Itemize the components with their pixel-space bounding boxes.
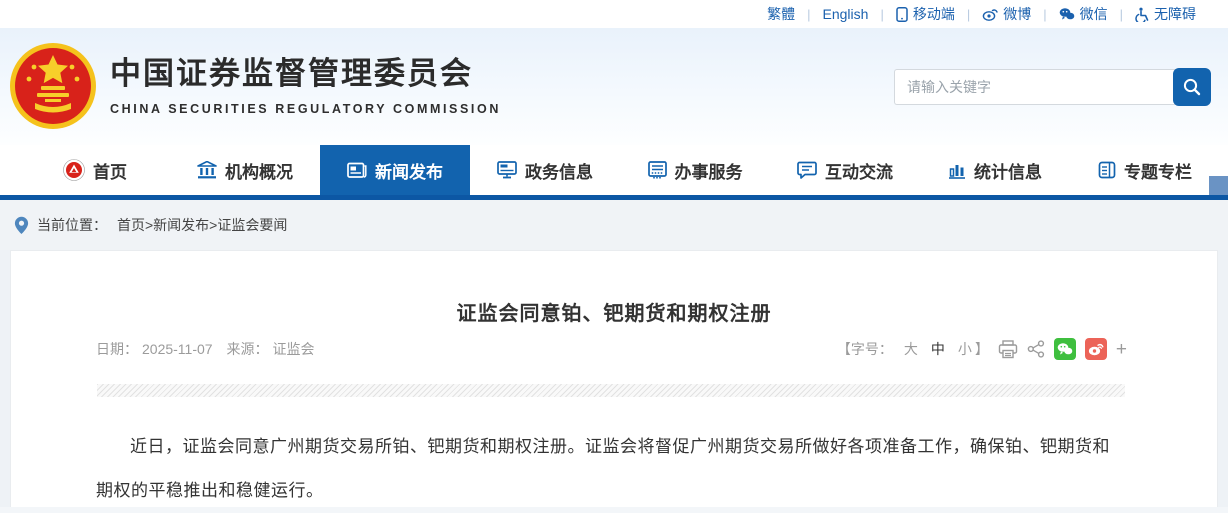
article-meta-row: 日期：2025-11-07 来源：证监会 【字号： 大 中 小 】	[96, 338, 1127, 360]
site-title-chinese: 中国证券监督管理委员会	[110, 48, 501, 93]
separator: |	[1043, 7, 1046, 22]
article-date-source: 日期：2025-11-07 来源：证监会	[96, 339, 318, 359]
national-emblem-logo	[8, 41, 98, 131]
share-nodes-icon	[1027, 340, 1045, 358]
nav-label: 首页	[93, 158, 127, 183]
breadcrumb-label: 当前位置：	[37, 215, 107, 235]
wechat-icon	[1059, 7, 1075, 21]
brand-titles: 中国证券监督管理委员会 CHINA SECURITIES REGULATORY …	[110, 48, 501, 116]
nav-label: 政务信息	[525, 158, 593, 183]
share-button[interactable]	[1027, 340, 1045, 358]
article-panel: 证监会同意铂、钯期货和期权注册 日期：2025-11-07 来源：证监会 【字号…	[10, 250, 1218, 507]
date-value: 2025-11-07	[142, 341, 213, 357]
separator: |	[1120, 7, 1123, 22]
newspaper-icon	[347, 162, 367, 179]
nav-item-gov-info[interactable]: 政务信息	[470, 145, 620, 195]
weibo-label: 微博	[1003, 4, 1031, 24]
traditional-chinese-link[interactable]: 繁體	[767, 4, 795, 24]
share-weibo-button[interactable]	[1085, 338, 1107, 360]
nav-item-special-columns[interactable]: 专题专栏	[1070, 145, 1220, 195]
speech-bubble-icon	[797, 161, 817, 179]
nav-item-interaction[interactable]: 互动交流	[770, 145, 920, 195]
source-value: 证监会	[272, 341, 314, 357]
csrc-round-logo-icon	[63, 159, 85, 181]
nav-item-home[interactable]: 首页	[20, 145, 170, 195]
book-columns-icon	[1098, 161, 1116, 179]
search-button[interactable]	[1173, 68, 1211, 106]
nav-label: 办事服务	[675, 158, 743, 183]
mobile-link[interactable]: 移动端	[896, 4, 955, 24]
weibo-icon	[982, 7, 998, 21]
nav-label: 新闻发布	[375, 158, 443, 183]
accessibility-wheelchair-icon	[1135, 7, 1149, 22]
wechat-link[interactable]: 微信	[1059, 4, 1108, 24]
separator: |	[807, 7, 810, 22]
hatched-divider	[97, 384, 1125, 397]
monitor-icon	[497, 161, 517, 179]
fontsize-medium-button[interactable]: 中	[929, 339, 947, 359]
site-title-english: CHINA SECURITIES REGULATORY COMMISSION	[110, 102, 501, 116]
wechat-share-icon	[1057, 342, 1073, 356]
share-wechat-button[interactable]	[1054, 338, 1076, 360]
article-tools: 【字号： 大 中 小 】	[837, 338, 1127, 360]
english-link[interactable]: English	[823, 6, 869, 22]
nav-item-news[interactable]: 新闻发布	[320, 145, 470, 195]
source-label: 来源：	[226, 341, 268, 357]
wechat-label: 微信	[1080, 4, 1108, 24]
search-input[interactable]	[894, 69, 1176, 105]
nav-item-statistics[interactable]: 统计信息	[920, 145, 1070, 195]
nav-endcap-decoration	[1209, 176, 1228, 195]
nav-label: 互动交流	[825, 158, 893, 183]
article-title: 证监会同意铂、钯期货和期权注册	[11, 297, 1217, 326]
nav-label: 专题专栏	[1124, 158, 1192, 183]
top-utility-bar: 繁體 | English | 移动端 | 微博 | 微信 |	[0, 0, 1228, 28]
separator: |	[880, 7, 883, 22]
mobile-label: 移动端	[913, 4, 955, 24]
fontsize-prefix: 【字号：	[837, 339, 893, 359]
accessibility-label: 无障碍	[1154, 4, 1196, 24]
location-pin-icon	[14, 216, 29, 235]
print-button[interactable]	[998, 340, 1018, 359]
main-nav: 首页 机构概况 新闻发布 政务信息 办事服务	[0, 145, 1228, 200]
weibo-link[interactable]: 微博	[982, 4, 1031, 24]
search-bar	[894, 68, 1211, 106]
breadcrumb: 当前位置： 首页>新闻发布>证监会要闻	[0, 200, 1228, 250]
nav-label: 机构概况	[225, 158, 293, 183]
institution-building-icon	[197, 161, 217, 179]
nav-item-services[interactable]: 办事服务	[620, 145, 770, 195]
mobile-phone-icon	[896, 7, 908, 22]
printer-icon	[998, 340, 1018, 359]
bar-chart-icon	[948, 161, 966, 179]
fontsize-large-button[interactable]: 大	[902, 339, 920, 359]
fontsize-suffix: 】	[975, 339, 989, 359]
accessibility-link[interactable]: 无障碍	[1135, 4, 1196, 24]
content-background: 证监会同意铂、钯期货和期权注册 日期：2025-11-07 来源：证监会 【字号…	[0, 250, 1228, 507]
article-body-paragraph: 近日，证监会同意广州期货交易所铂、钯期货和期权注册。证监会将督促广州期货交易所做…	[96, 425, 1123, 513]
nav-item-about[interactable]: 机构概况	[170, 145, 320, 195]
fontsize-small-button[interactable]: 小	[956, 339, 974, 359]
date-label: 日期：	[96, 341, 138, 357]
nav-label: 统计信息	[974, 158, 1042, 183]
more-share-button[interactable]: +	[1116, 340, 1127, 359]
separator: |	[967, 7, 970, 22]
page: 繁體 | English | 移动端 | 微博 | 微信 |	[0, 0, 1228, 507]
search-icon	[1182, 77, 1202, 97]
site-header: 中国证券监督管理委员会 CHINA SECURITIES REGULATORY …	[0, 28, 1228, 145]
breadcrumb-path[interactable]: 首页>新闻发布>证监会要闻	[117, 215, 287, 235]
service-list-icon	[648, 161, 667, 179]
weibo-share-icon	[1088, 342, 1104, 356]
